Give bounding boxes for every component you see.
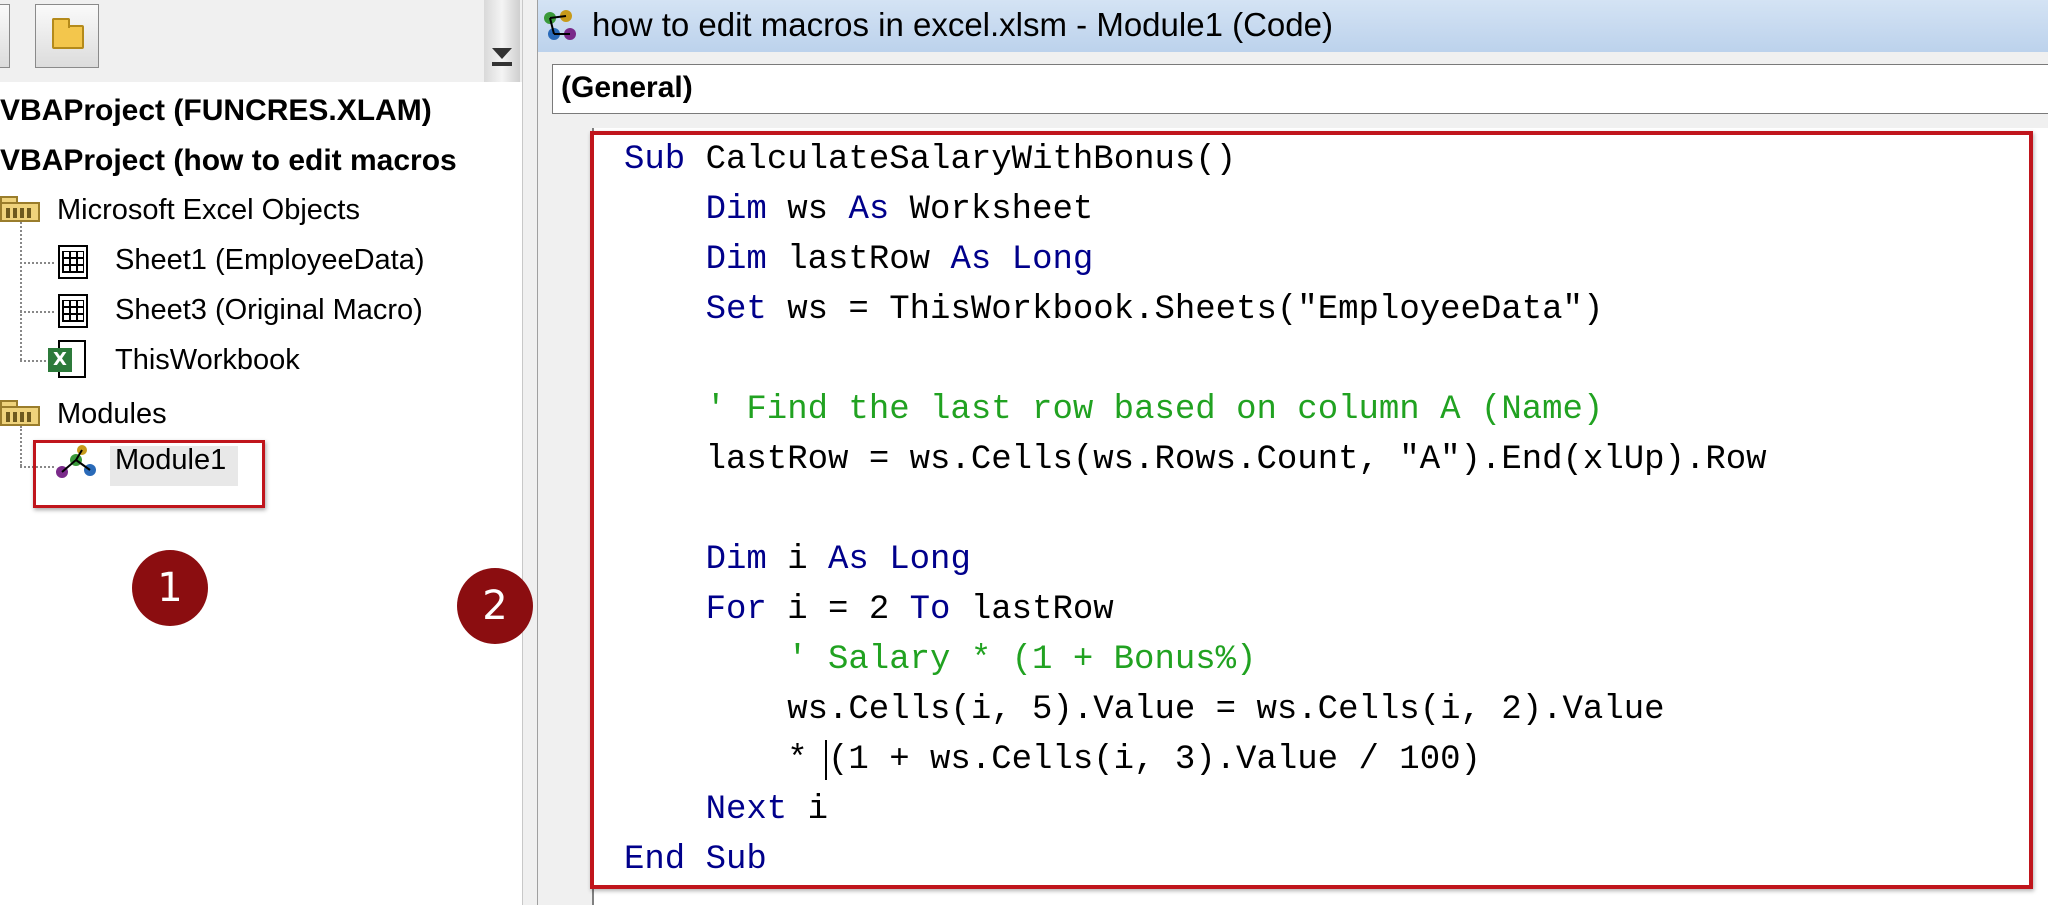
folder-icon [52,18,84,49]
vba-code-icon [544,10,576,40]
toolbar-overflow[interactable] [484,0,520,82]
tree-item-sheet1[interactable]: Sheet1 (EmployeeData) [115,244,425,277]
code-margin[interactable] [538,128,594,905]
project-explorer-toolbar [0,0,522,83]
chevron-down-icon [492,48,512,59]
module1-highlight-box [33,440,265,508]
tree-project-funcres[interactable]: VBAProject (FUNCRES.XLAM) [0,94,432,128]
worksheet-icon [52,294,92,328]
project-explorer: VBAProject (FUNCRES.XLAM) VBAProject (ho… [0,0,522,905]
tree-folder-modules[interactable]: Modules [57,398,167,431]
folder-icon [0,196,40,222]
callout-badge-1: 1 [132,550,208,626]
code-highlight-box [590,131,2033,889]
object-dropdown-value: (General) [561,71,693,104]
toggle-folders-button[interactable] [35,4,99,68]
combo-bar: (General) [538,52,2048,129]
window-title: how to edit macros in excel.xlsm - Modul… [592,6,1333,43]
tree-folder-excel-objects[interactable]: Microsoft Excel Objects [57,194,360,227]
panel-splitter[interactable] [522,0,538,905]
object-dropdown[interactable]: (General) [552,64,2048,114]
text-caret [825,740,827,780]
tree-item-thisworkbook[interactable]: ThisWorkbook [115,344,300,377]
excel-workbook-icon: X [48,340,88,378]
code-window-title-bar[interactable]: how to edit macros in excel.xlsm - Modul… [538,0,2048,53]
tree-item-sheet3[interactable]: Sheet3 (Original Macro) [115,294,423,327]
callout-badge-2: 2 [457,568,533,644]
view-code-button[interactable] [0,4,10,68]
tree-project-how-to-edit-macros[interactable]: VBAProject (how to edit macros [0,144,522,178]
folder-icon [0,400,40,426]
worksheet-icon [52,245,92,279]
